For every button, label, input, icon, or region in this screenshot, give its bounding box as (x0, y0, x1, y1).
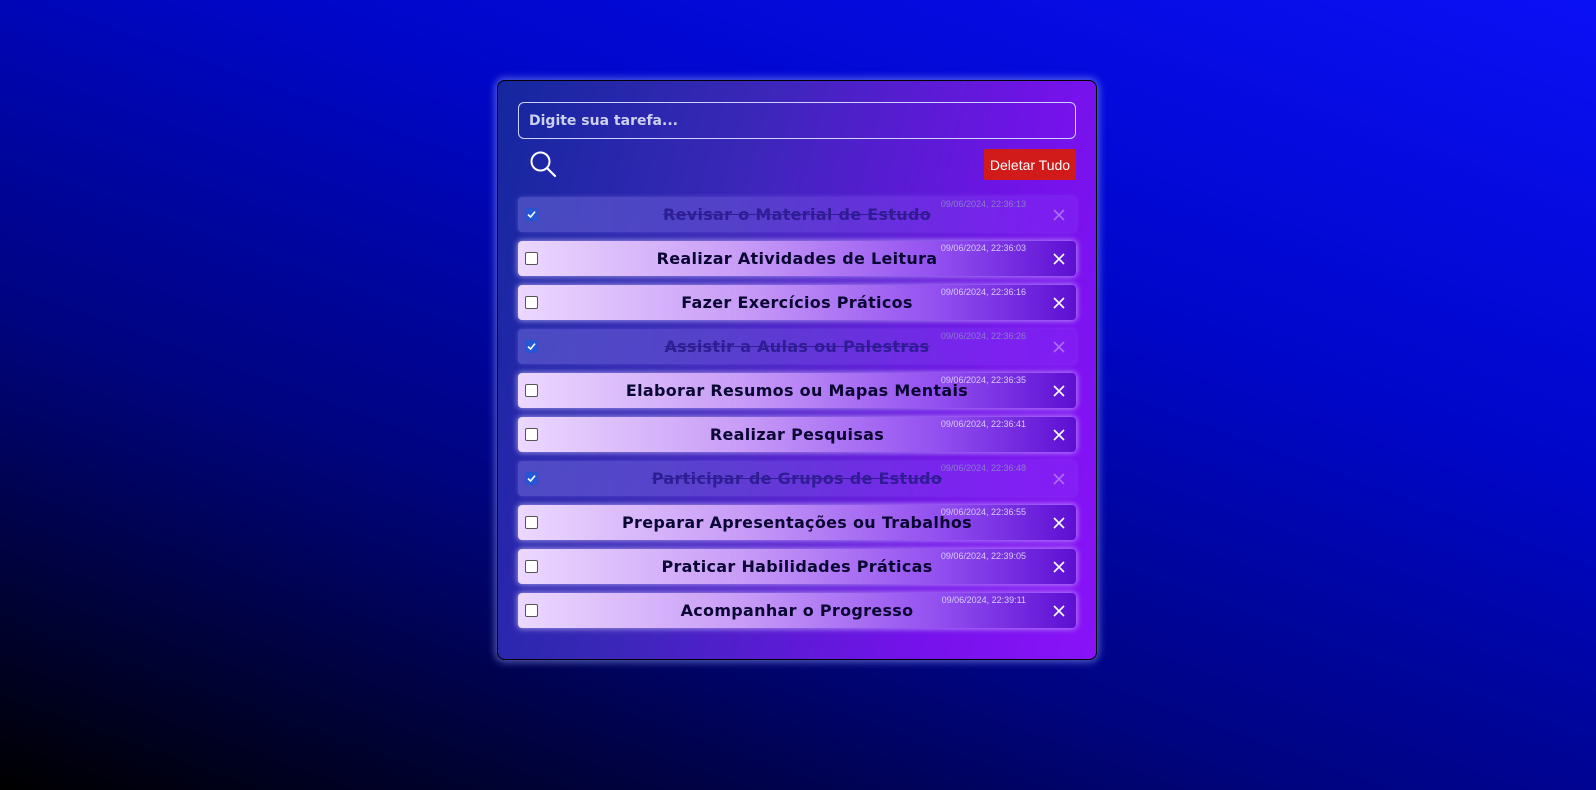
task-date: 09/06/2024, 22:36:48 (940, 463, 1026, 473)
todo-card: Deletar Tudo Revisar o Material de Estud… (497, 80, 1097, 660)
task-item: Elaborar Resumos ou Mapas Mentais 09/06/… (518, 373, 1076, 408)
task-input[interactable] (518, 102, 1076, 139)
task-item: Preparar Apresentações ou Trabalhos 09/0… (518, 505, 1076, 540)
task-date: 09/06/2024, 22:36:13 (940, 199, 1026, 209)
task-date: 09/06/2024, 22:39:05 (940, 551, 1026, 561)
close-icon[interactable] (1052, 207, 1066, 221)
task-date: 09/06/2024, 22:36:26 (940, 331, 1026, 341)
close-icon[interactable] (1052, 603, 1066, 617)
close-icon[interactable] (1052, 471, 1066, 485)
task-date: 09/06/2024, 22:39:11 (941, 595, 1026, 605)
task-date: 09/06/2024, 22:36:03 (940, 243, 1026, 253)
task-list: Revisar o Material de Estudo 09/06/2024,… (518, 197, 1076, 637)
task-date: 09/06/2024, 22:36:16 (940, 287, 1026, 297)
task-item: Assistir a Aulas ou Palestras 09/06/2024… (518, 329, 1076, 364)
task-date: 09/06/2024, 22:36:35 (940, 375, 1026, 385)
task-item: Realizar Atividades de Leitura 09/06/202… (518, 241, 1076, 276)
task-item: Praticar Habilidades Práticas 09/06/2024… (518, 549, 1076, 584)
close-icon[interactable] (1052, 383, 1066, 397)
task-item: Participar de Grupos de Estudo 09/06/202… (518, 461, 1076, 496)
task-item: Acompanhar o Progresso 09/06/2024, 22:39… (518, 593, 1076, 628)
task-date: 09/06/2024, 22:36:55 (940, 507, 1026, 517)
close-icon[interactable] (1052, 427, 1066, 441)
close-icon[interactable] (1052, 339, 1066, 353)
task-date: 09/06/2024, 22:36:41 (940, 419, 1026, 429)
close-icon[interactable] (1052, 251, 1066, 265)
close-icon[interactable] (1052, 295, 1066, 309)
task-item: Realizar Pesquisas 09/06/2024, 22:36:41 (518, 417, 1076, 452)
close-icon[interactable] (1052, 559, 1066, 573)
search-icon[interactable] (528, 149, 558, 179)
delete-all-button[interactable]: Deletar Tudo (984, 149, 1076, 180)
close-icon[interactable] (1052, 515, 1066, 529)
task-item: Fazer Exercícios Práticos 09/06/2024, 22… (518, 285, 1076, 320)
task-item: Revisar o Material de Estudo 09/06/2024,… (518, 197, 1076, 232)
